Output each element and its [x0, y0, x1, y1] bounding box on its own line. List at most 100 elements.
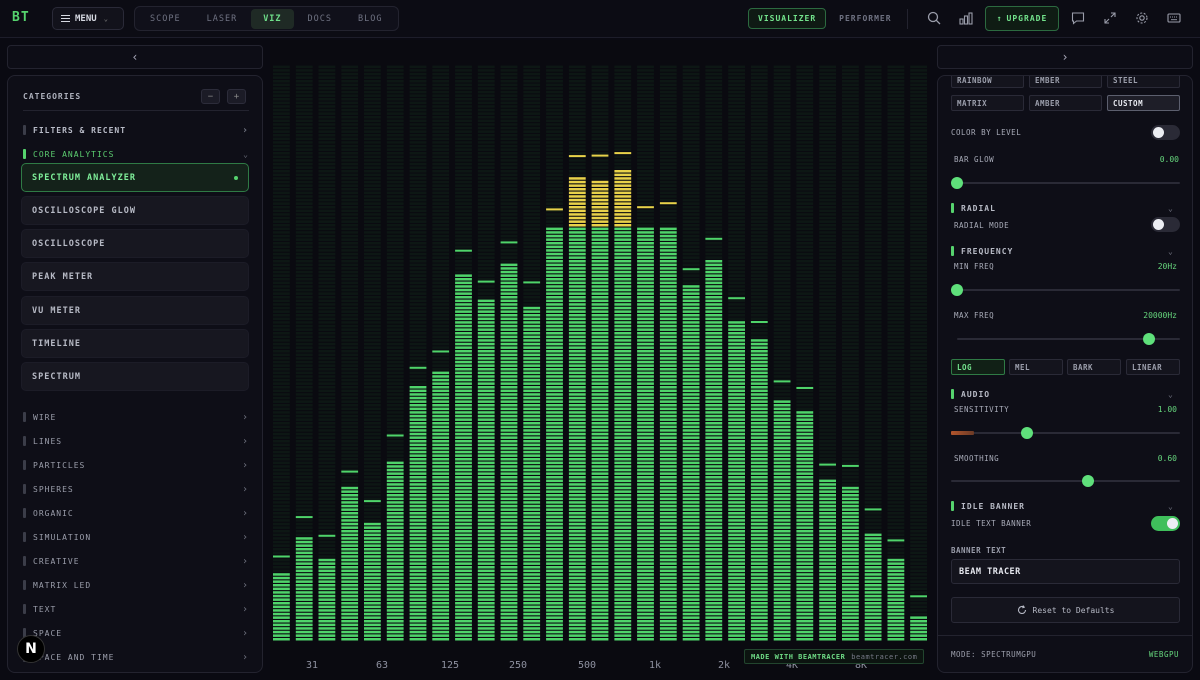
chevron-down-icon[interactable]: ⌄ [1168, 502, 1173, 511]
min-freq-slider[interactable] [951, 284, 1180, 296]
tab-blog[interactable]: BLOG [346, 9, 394, 29]
spectrum-bar-background [728, 108, 745, 112]
spectrum-bar-background [364, 479, 381, 483]
palette-matrix[interactable]: MATRIX [951, 95, 1024, 111]
spectrum-bar-segment [864, 591, 882, 594]
spectrum-bar-background [819, 87, 836, 90]
category-organic[interactable]: ORGANIC › [23, 506, 249, 520]
spectrum-bar-background [341, 209, 359, 213]
category-creative[interactable]: CREATIVE › [23, 554, 249, 568]
upgrade-button[interactable]: ↑ UPGRADE [985, 6, 1059, 31]
color-by-level-toggle[interactable] [1151, 125, 1180, 140]
max-freq-slider[interactable] [957, 333, 1180, 345]
bar-chart-icon[interactable] [957, 9, 975, 27]
sensitivity-slider[interactable] [951, 427, 1180, 439]
spectrum-bar-segment [728, 461, 745, 465]
spectrum-bar-background [910, 515, 927, 519]
radial-mode-toggle[interactable] [1151, 217, 1180, 232]
section-audio[interactable]: AUDIO [951, 389, 990, 399]
viz-item-peak-meter[interactable]: PEAK METER [21, 262, 249, 291]
chevron-down-icon[interactable]: ⌄ [1168, 247, 1173, 256]
palette-amber[interactable]: AMBER [1029, 95, 1102, 111]
category-simulation[interactable]: SIMULATION › [23, 530, 249, 544]
spectrum-bar-segment [682, 328, 700, 331]
spectrum-bar-segment [386, 566, 404, 569]
chat-icon[interactable] [1069, 9, 1087, 27]
spectrum-bar-segment [409, 551, 427, 555]
tab-docs[interactable]: DOCS [296, 9, 344, 29]
category-filters-recent[interactable]: FILTERS & RECENT › [23, 123, 249, 137]
category-wire[interactable]: WIRE › [23, 410, 249, 424]
scale-bark[interactable]: BARK [1067, 359, 1121, 375]
palette-ember[interactable]: EMBER [1029, 76, 1102, 88]
search-icon[interactable] [925, 9, 943, 27]
spectrum-bar-background [819, 238, 836, 241]
gear-icon[interactable] [1133, 9, 1151, 27]
logo[interactable]: BT [12, 10, 30, 25]
spectrum-bar-background [819, 396, 836, 400]
category-matrix-led[interactable]: MATRIX LED › [23, 578, 249, 592]
bar-glow-slider[interactable] [951, 177, 1180, 189]
category-lines[interactable]: LINES › [23, 434, 249, 448]
keyboard-icon[interactable] [1165, 9, 1183, 27]
spectrum-bar-segment [682, 612, 700, 616]
viz-item-oscilloscope[interactable]: OSCILLOSCOPE [21, 229, 249, 258]
tab-scope[interactable]: SCOPE [138, 9, 193, 29]
palette-custom[interactable]: CUSTOM [1107, 95, 1180, 111]
chevron-down-icon[interactable]: ⌄ [1168, 390, 1173, 399]
right-collapse-button[interactable]: › [937, 45, 1193, 69]
category-space[interactable]: SPACE › [23, 626, 249, 640]
expand-all-button[interactable]: + [227, 89, 246, 104]
mode-visualizer[interactable]: VISUALIZER [748, 8, 827, 29]
reset-defaults-button[interactable]: Reset to Defaults [951, 597, 1180, 623]
made-with-badge[interactable]: MADE WITH BEAMTRACER beamtracer.com [744, 649, 925, 664]
slider-thumb[interactable] [1142, 333, 1155, 345]
slider-thumb[interactable] [1020, 427, 1033, 439]
slider-thumb[interactable] [951, 284, 963, 296]
section-radial[interactable]: RADIAL [951, 203, 996, 213]
section-frequency[interactable]: FREQUENCY [951, 246, 1013, 256]
collapse-all-button[interactable]: − [201, 89, 220, 104]
mode-performer[interactable]: PERFORMER [830, 9, 900, 28]
left-collapse-button[interactable]: ‹ [7, 45, 263, 69]
spectrum-bar-background [546, 76, 563, 79]
scale-linear[interactable]: LINEAR [1126, 359, 1180, 375]
category-text[interactable]: TEXT › [23, 602, 249, 616]
palette-rainbow[interactable]: RAINBOW [951, 76, 1024, 88]
chevron-down-icon[interactable]: ⌄ [1168, 204, 1173, 213]
category-space-and-time[interactable]: SPACE AND TIME › [23, 650, 249, 664]
spectrum-bar-segment [728, 414, 745, 418]
menu-button[interactable]: MENU ⌄ [52, 7, 124, 30]
tab-laser[interactable]: LASER [195, 9, 250, 29]
palette-steel[interactable]: STEEL [1107, 76, 1180, 88]
scale-log[interactable]: LOG [951, 359, 1005, 375]
viz-item-spectrum-analyzer[interactable]: SPECTRUM ANALYZER [21, 163, 249, 192]
banner-text-input[interactable]: BEAM TRACER [951, 559, 1180, 584]
spectrum-bar-background [546, 94, 563, 97]
viz-item-oscilloscope-glow[interactable]: OSCILLOSCOPE GLOW [21, 196, 249, 225]
smoothing-slider[interactable] [951, 475, 1180, 487]
slider-thumb[interactable] [1082, 475, 1095, 487]
category-spheres[interactable]: SPHERES › [23, 482, 249, 496]
section-idle-banner[interactable]: IDLE BANNER [951, 501, 1025, 511]
spectrum-bar-background [477, 216, 495, 220]
spectrum-bar-segment [568, 231, 586, 234]
spectrum-bar-segment [386, 519, 404, 522]
spectrum-bar-background [386, 209, 404, 213]
tab-viz[interactable]: VIZ [251, 8, 294, 29]
fullscreen-icon[interactable] [1101, 9, 1119, 27]
viz-item-timeline[interactable]: TIMELINE [21, 329, 249, 358]
scale-mel[interactable]: MEL [1009, 359, 1063, 375]
category-particles[interactable]: PARTICLES › [23, 458, 249, 472]
slider-thumb[interactable] [951, 177, 963, 189]
spectrum-bar-segment [842, 494, 859, 497]
spectrum-bar-segment [477, 436, 495, 439]
spectrum-bar-segment [614, 382, 632, 385]
idle-text-banner-toggle[interactable] [1151, 516, 1180, 531]
spectrum-bar-background [864, 173, 882, 177]
next-badge-icon[interactable]: N [17, 635, 45, 663]
viz-item-spectrum[interactable]: SPECTRUM [21, 362, 249, 391]
viz-item-vu-meter[interactable]: VU METER [21, 296, 249, 325]
spectrum-bar-segment [364, 620, 381, 623]
category-core-analytics[interactable]: CORE ANALYTICS ⌄ [23, 147, 249, 161]
